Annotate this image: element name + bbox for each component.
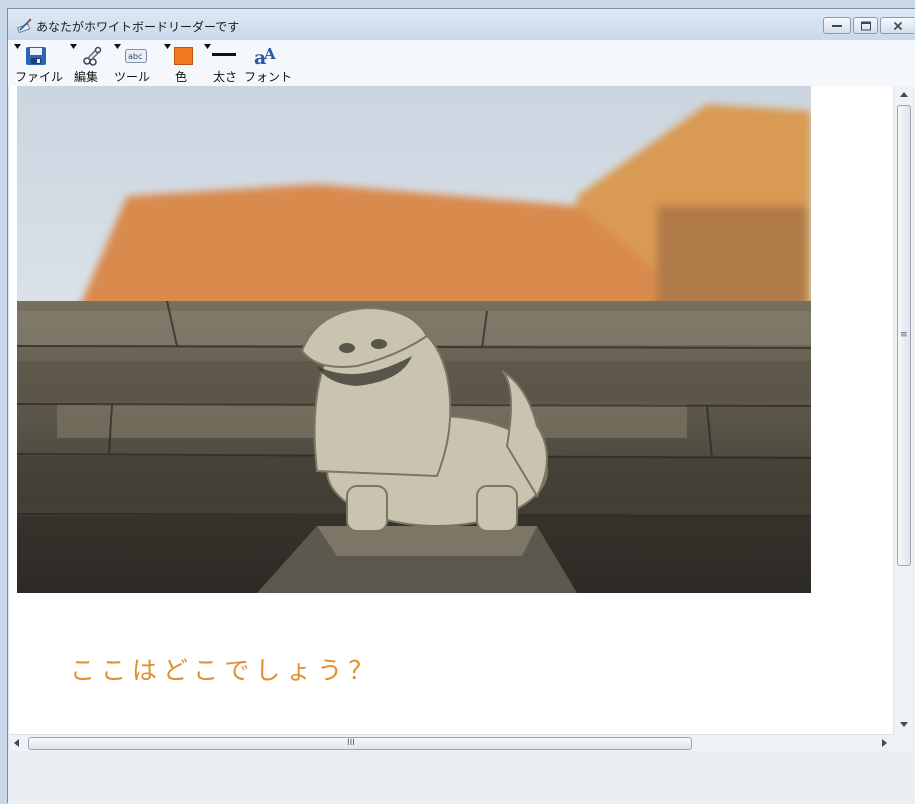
svg-text:A: A (263, 45, 276, 63)
width-menu-button[interactable]: 太さ (202, 40, 242, 86)
color-menu-button[interactable]: 色 (162, 40, 196, 86)
edit-menu-label: 編集 (74, 70, 99, 84)
edit-tools-icon (83, 46, 102, 66)
close-button[interactable] (880, 17, 914, 34)
abc-text-tool-icon: abc (125, 49, 147, 63)
title-bar[interactable]: あなたがホワイトボードリーダーです (8, 9, 915, 40)
shisa-lion-statue-photo (17, 86, 811, 593)
color-swatch-icon (174, 47, 193, 65)
maximize-icon (860, 21, 871, 30)
width-menu-label: 太さ (213, 70, 238, 84)
edit-menu-button[interactable]: 編集 (68, 40, 108, 86)
app-window: あなたがホワイトボードリーダーです ファイル 編集 abc ツール 色 太さ a… (7, 8, 915, 804)
dropdown-arrow-icon (14, 44, 21, 49)
minimize-button[interactable] (823, 17, 851, 34)
horizontal-scroll-thumb[interactable]: III (28, 737, 692, 750)
save-disk-icon (26, 47, 46, 65)
scroll-right-icon[interactable] (882, 739, 887, 747)
font-icon: a A (254, 45, 276, 66)
dropdown-arrow-icon (204, 44, 211, 49)
vertical-grip: ≡ (900, 330, 908, 340)
dropdown-arrow-icon (164, 44, 171, 49)
vertical-scrollbar[interactable]: ≡ (893, 86, 915, 734)
scroll-left-icon[interactable] (14, 739, 19, 747)
scroll-up-icon[interactable] (900, 92, 908, 97)
status-area (8, 751, 915, 804)
whiteboard-app-icon (17, 18, 32, 33)
tools-menu-button[interactable]: abc ツール (112, 40, 160, 86)
vertical-scroll-thumb[interactable]: ≡ (897, 105, 911, 566)
font-menu-button[interactable]: a A フォント (244, 40, 296, 86)
scrollbar-corner (893, 734, 915, 751)
file-menu-label: ファイル (15, 70, 64, 84)
window-title: あなたがホワイトボードリーダーです (36, 20, 240, 34)
question-text: ここはどこでしょう？ (70, 656, 380, 685)
tools-menu-label: ツール (114, 70, 151, 84)
font-menu-label: フォント (244, 70, 293, 84)
maximize-button[interactable] (853, 17, 878, 34)
minimize-icon (832, 24, 842, 27)
horizontal-scrollbar[interactable]: III (9, 734, 893, 751)
color-menu-label: 色 (175, 70, 188, 84)
whiteboard-canvas[interactable]: ここはどこでしょう？ (9, 86, 893, 734)
close-icon (893, 21, 902, 30)
horizontal-grip: III (347, 738, 355, 748)
svg-text:abc: abc (128, 52, 142, 61)
dropdown-arrow-icon (114, 44, 121, 49)
file-menu-button[interactable]: ファイル (12, 40, 64, 86)
dropdown-arrow-icon (70, 44, 77, 49)
toolbar: ファイル 編集 abc ツール 色 太さ a A フォント (8, 40, 915, 88)
scroll-down-icon[interactable] (900, 722, 908, 727)
line-width-icon (212, 53, 236, 56)
